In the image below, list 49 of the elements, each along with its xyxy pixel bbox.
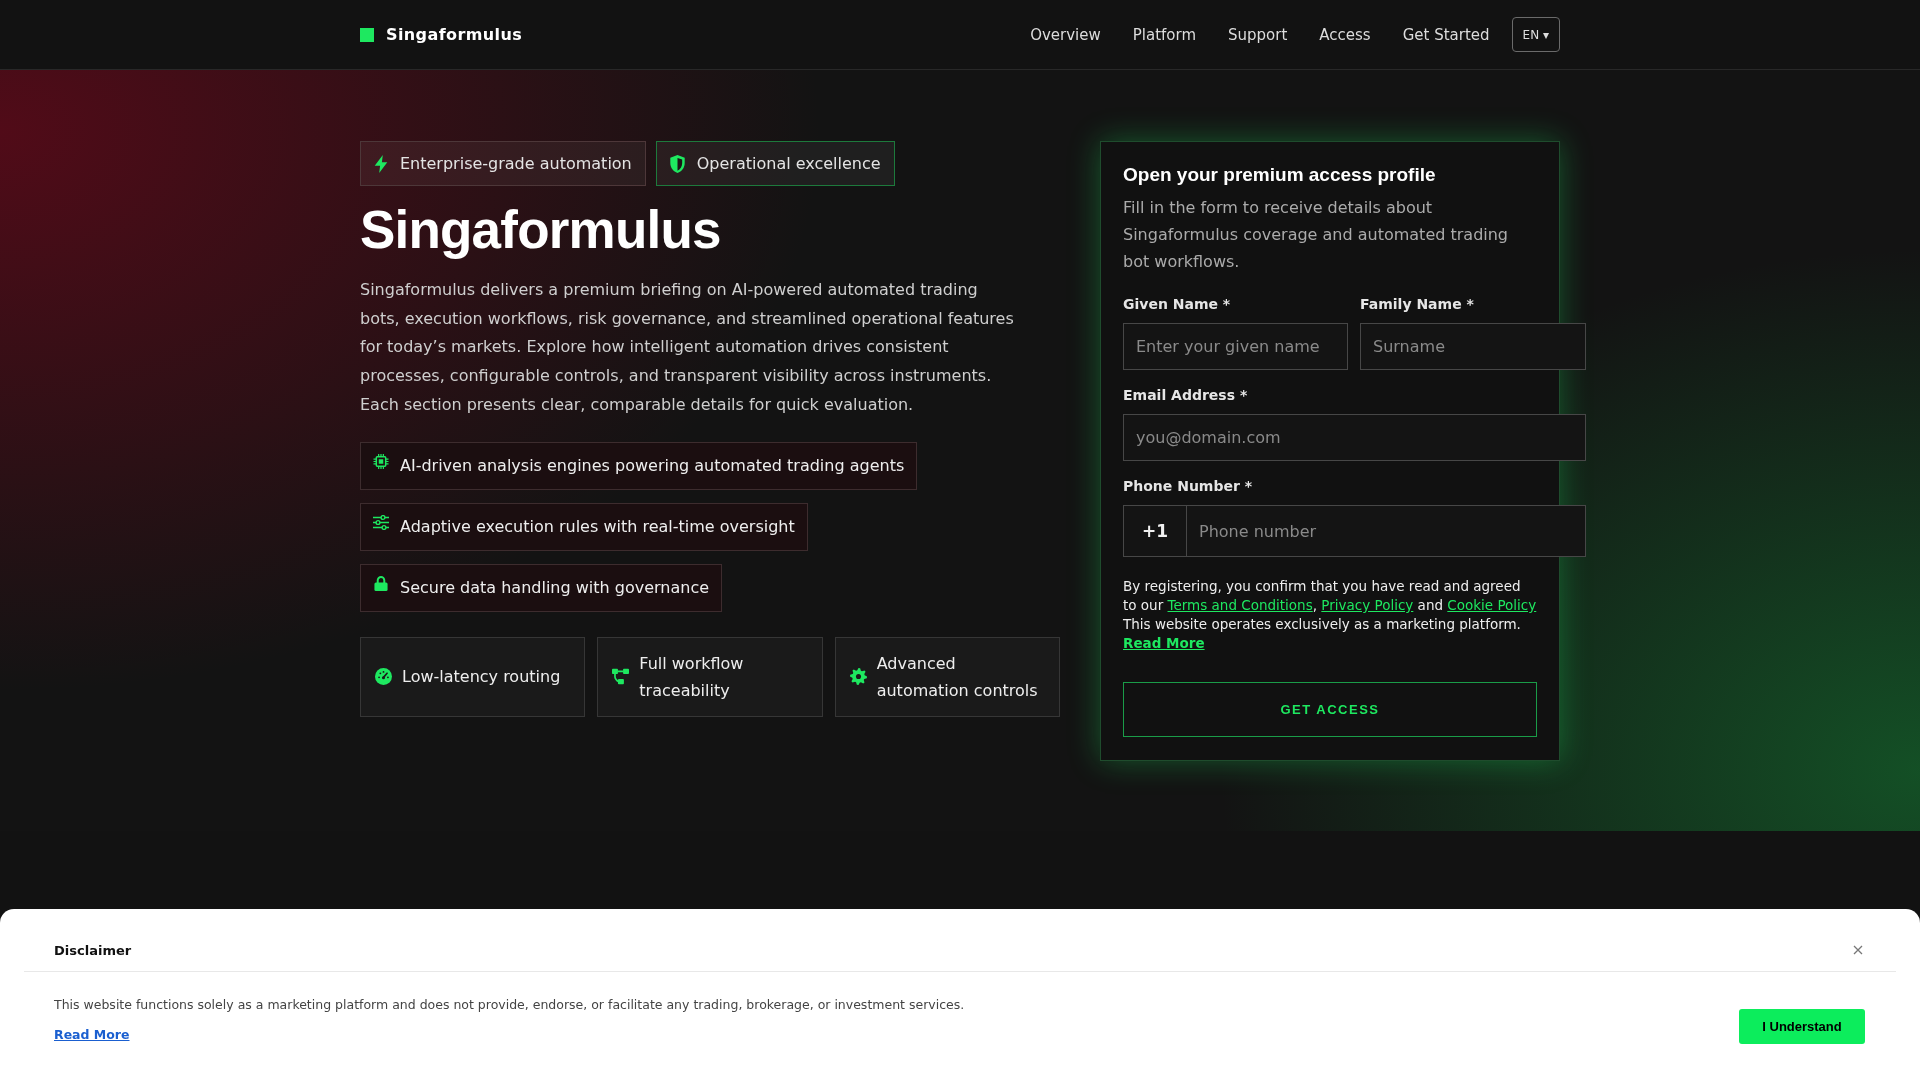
form-description: Fill in the form to receive details about Singaformulus coverage and automated trading bot workflows.: [1123, 197, 1510, 273]
get-access-button[interactable]: GET ACCESS: [1123, 682, 1537, 737]
phone-input[interactable]: Phone number: [1187, 505, 1586, 557]
lock-icon: [373, 575, 389, 591]
highlight-text: Secure data handling with governance: [400, 577, 710, 598]
email-input[interactable]: you@domain.com: [1123, 414, 1586, 461]
logo-icon: [360, 27, 374, 42]
close-icon: [1853, 945, 1863, 955]
chip-icon: [373, 453, 389, 469]
understand-button[interactable]: I Understand: [1739, 1009, 1865, 1044]
intro-text: Singaformulus delivers a premium briefing on AI-powered automated trading bots, execution workflows, risk governance, and streamlined operational features for today’s markets. Explore how intelligent automation drives consistent processes, configurable controls, and transparent visibility across instruments. Each section presents clear, comparable details for quick evaluation.: [360, 279, 1015, 416]
card-text: Full workflow traceability: [639, 652, 745, 702]
field-label: Phone Number *: [1123, 477, 1254, 495]
policy-link[interactable]: Privacy Policy: [1321, 597, 1414, 613]
field-label: Family Name *: [1360, 295, 1475, 313]
sliders-icon: [373, 514, 389, 530]
hero-title: Singaformulus: [360, 200, 722, 260]
card-text: Low-latency routing: [402, 666, 561, 688]
brand-name[interactable]: Singaformulus: [386, 25, 523, 44]
disclaimer-text: This website functions solely as a marketing platform and does not provide, endorse, or facilitate any trading, brokerage, or investment services.: [54, 996, 965, 1014]
shield-icon: [669, 154, 685, 173]
read-more-link[interactable]: Read More: [1123, 635, 1205, 651]
close-button[interactable]: [1851, 943, 1865, 957]
gauge-icon: [375, 668, 392, 685]
card-text: Advanced automation controls: [876, 652, 1039, 702]
lightning-icon: [374, 154, 388, 173]
disclaimer-title: Disclaimer: [54, 942, 132, 958]
nodes-icon: [612, 668, 630, 685]
nav-link[interactable]: Platform: [1132, 25, 1197, 44]
gear-icon: [849, 668, 867, 685]
country-code[interactable]: +1: [1123, 505, 1187, 557]
field-label: Given Name *: [1123, 295, 1232, 313]
highlight-text: AI-driven analysis engines powering automated trading agents: [400, 455, 905, 476]
tag-label: Operational excellence: [696, 154, 881, 173]
tag-label: Enterprise-grade automation: [400, 154, 632, 173]
read-more-link[interactable]: Read More: [54, 1026, 130, 1044]
form-title: Open your premium access profile: [1123, 163, 1437, 187]
policy-link[interactable]: Cookie Policy: [1447, 597, 1537, 613]
name-input[interactable]: Surname: [1360, 323, 1586, 370]
field-label: Email Address *: [1123, 386, 1249, 404]
language-button[interactable]: EN ▾: [1511, 17, 1560, 52]
nav-link[interactable]: Access: [1319, 25, 1371, 44]
policy-link[interactable]: Terms and Conditions: [1167, 597, 1313, 613]
nav-link[interactable]: Overview: [1030, 25, 1101, 44]
consent-text: By registering, you confirm that you have read and agreed to our Terms and Conditions, Privacy Policy and Cookie Policy This website operates exclusively as a marketing platform. Read More: [1123, 577, 1537, 653]
nav-link[interactable]: Support: [1228, 25, 1288, 44]
nav-link[interactable]: Get Started: [1402, 25, 1490, 44]
highlight-text: Adaptive execution rules with real-time oversight: [400, 516, 795, 537]
name-input[interactable]: Enter your given name: [1123, 323, 1348, 370]
